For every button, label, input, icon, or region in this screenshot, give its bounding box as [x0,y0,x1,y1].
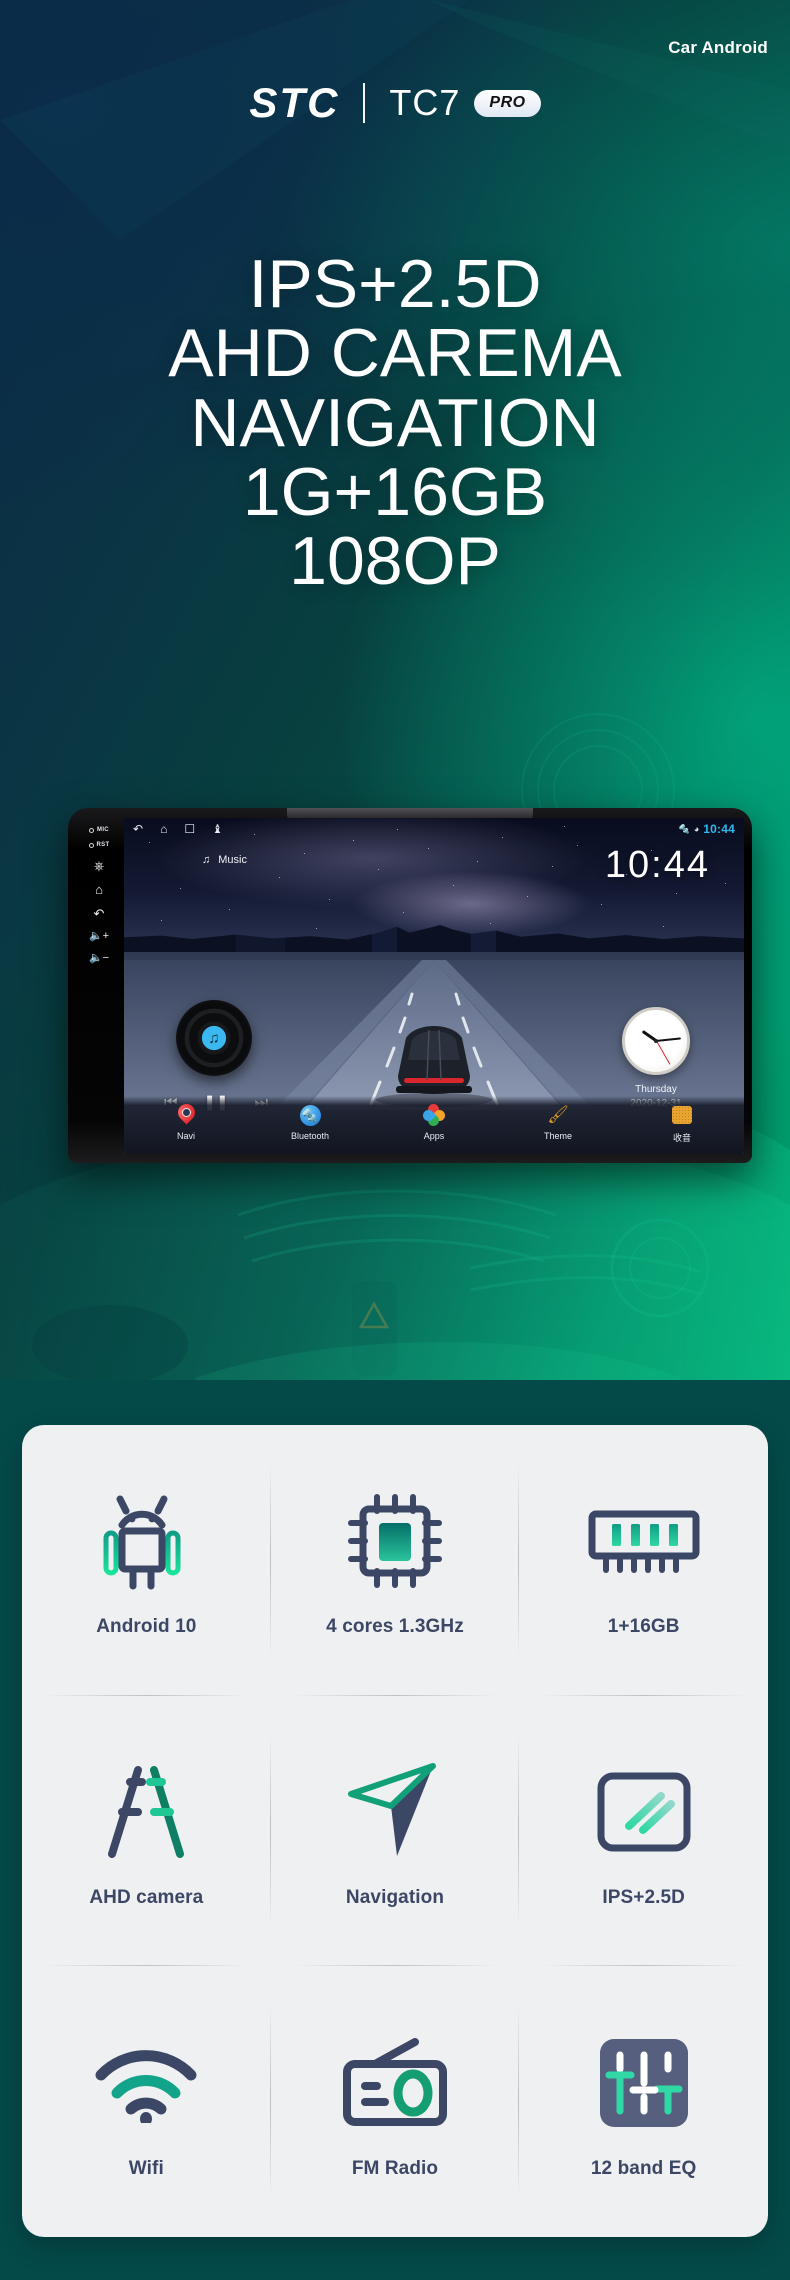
spec-cell-cpu: 4 cores 1.3GHz [271,1425,520,1696]
spec-cell-android: Android 10 [22,1425,271,1696]
android-status-bar: ↶ ⌂ ☐ ♝ 🔩 ◕ 10:44 [124,818,744,840]
headline-line-1: IPS+2.5D [248,246,542,322]
volume-down-icon[interactable]: 🔈− [89,953,109,964]
clock-dial [622,1007,690,1075]
headline-block: IPS+2.5D AHD CAREMA NAVIGATION 1G+16GB 1… [0,246,790,600]
music-note-glyph: ♫ [208,1029,220,1047]
usb-icon[interactable]: ♝ [212,823,223,835]
spec-label-fm-radio: FM Radio [351,2157,439,2179]
navigation-arrow-icon [345,1753,445,1871]
music-label: Music [218,854,247,866]
paint-brush-icon: 🖌 [547,1105,569,1124]
memory-ram-icon [588,1482,700,1600]
spec-label-equalizer: 12 band EQ [590,2157,697,2179]
minute-hand [655,1037,681,1042]
spec-cell-memory: 1+16GB [519,1425,768,1696]
model-name: TC7 [389,82,461,123]
spec-label-wifi: Wifi [128,2157,164,2179]
bluetooth-icon: 🔩 [678,823,690,834]
wifi-icon [91,2024,201,2142]
screen-glass-icon [595,1753,693,1871]
brand-divider [363,83,366,123]
volume-up-icon[interactable]: 🔈+ [89,931,109,942]
dock-label-radio: 收音 [672,1133,691,1143]
category-label: Car Android [668,38,768,57]
spec-label-cpu: 4 cores 1.3GHz [326,1616,464,1638]
spec-cell-fm-radio: FM Radio [271,1966,520,2237]
dock-label-bluetooth: Bluetooth [290,1131,330,1141]
big-clock-readout: 10:44 [604,844,710,886]
status-bar-time: 10:44 [703,822,735,836]
android-robot-icon [96,1482,196,1600]
spec-cell-ips: IPS+2.5D [519,1696,768,1967]
radio-icon [339,2024,451,2142]
brand-logo: STC [249,79,340,126]
apps-grid-icon [378,1101,490,1129]
pro-badge: PRO [474,89,541,117]
clock-day: Thursday [635,1084,677,1095]
map-pin-icon [130,1099,242,1128]
mic-dot-icon [89,827,95,833]
headline-line-2: AHD CAREMA [168,315,622,392]
radio-icon [626,1102,738,1128]
spec-label-navigation: Navigation [345,1886,445,1908]
headline-line-3: NAVIGATION [190,384,600,461]
dock-item-theme[interactable]: 🖌 Theme [502,1102,614,1141]
spec-label-ips: IPS+2.5D [602,1886,685,1908]
dock-item-navi[interactable]: Navi [130,1099,242,1141]
dock-item-apps[interactable]: Apps [378,1101,490,1141]
head-unit-device: MIC RST ⎈ ⌂ ↶ 🔈+ 🔈− ↶ ⌂ ☐ ♝ 🔩 ◕ 10:44 ♫ … [68,808,752,1163]
spec-label-ahd-camera: AHD camera [89,1886,204,1908]
app-dock: Navi 🔩 Bluetooth Apps 🖌 Theme 收音 [124,1096,744,1154]
clock-center-pin [654,1039,658,1043]
status-bar-indicators: 🔩 ◕ 10:44 [679,822,735,836]
spec-label-android: Android 10 [96,1616,197,1638]
music-note-icon: ♫ [202,854,211,866]
reset-dot-icon [88,842,94,848]
spec-cell-wifi: Wifi [22,1966,271,2237]
device-left-bezel: MIC RST ⎈ ⌂ ↶ 🔈+ 🔈− [76,818,122,1154]
wifi-icon: ◕ [693,824,700,834]
mic-label: MIC [97,827,109,833]
car-dashboard-photo [0,0,790,1380]
music-widget-label[interactable]: ♫ Music [202,854,247,866]
dock-item-bluetooth[interactable]: 🔩 Bluetooth [254,1102,366,1141]
spec-cell-equalizer: 12 band EQ [519,1966,768,2237]
dock-item-radio[interactable]: 收音 [626,1102,738,1144]
bluetooth-icon: 🔩 [254,1102,366,1128]
car-illustration [396,1026,472,1094]
home-icon[interactable]: ⌂ [160,823,167,835]
spec-cell-navigation: Navigation [271,1696,520,1967]
dock-label-navi: Navi [176,1131,195,1141]
spec-card: Android 10 4 cores 1.3GHz 1+16GB AHD cam… [22,1425,768,2237]
dock-label-theme: Theme [543,1131,572,1141]
equalizer-icon [596,2024,692,2142]
second-hand [655,1040,670,1065]
status-bar-nav: ↶ ⌂ ☐ ♝ [133,823,223,835]
recents-icon[interactable]: ☐ [184,823,195,835]
spec-cell-ahd-camera: AHD camera [22,1696,271,1967]
spec-section: Android 10 4 cores 1.3GHz 1+16GB AHD cam… [0,1380,790,2280]
mic-indicator: MIC [89,827,109,833]
road-lanes-icon [94,1753,198,1871]
hero-section: Car Android STC TC7 PRO IPS+2.5D AHD CAR… [0,0,790,1380]
home-icon[interactable]: ⌂ [95,883,103,896]
head-unit-screen[interactable]: ↶ ⌂ ☐ ♝ 🔩 ◕ 10:44 ♫ Music 10:44 ♫ Thursd… [124,818,744,1154]
headline-line-5: 108OP [289,523,501,600]
brand-row: STC TC7 PRO [0,82,790,124]
spec-label-memory: 1+16GB [607,1616,680,1638]
dock-label-apps: Apps [423,1131,445,1141]
reset-indicator[interactable]: RST [88,842,110,848]
back-arrow-icon[interactable]: ↶ [133,823,143,835]
reset-label: RST [96,842,110,848]
vinyl-record-icon[interactable]: ♫ [176,1000,252,1076]
back-icon[interactable]: ↶ [94,907,105,920]
headline-line-4: 1G+16GB [242,454,548,531]
cpu-chip-icon [343,1482,447,1600]
power-icon[interactable]: ⎈ [94,859,104,872]
analog-clock-widget[interactable]: Thursday 2020-12-31 [606,1007,706,1110]
